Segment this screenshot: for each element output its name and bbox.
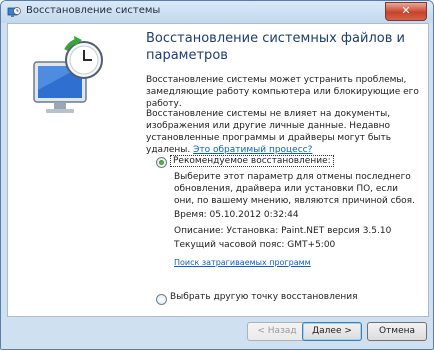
page-heading: Восстановление системных файлов и параме… [146, 31, 405, 63]
affected-programs-row: Поиск затрагиваемых программ [174, 257, 419, 269]
other-restore-point-label[interactable]: Выбрать другую точку восстановления [170, 292, 358, 302]
window-title: Восстановление системы [26, 5, 161, 16]
recommended-description: Выберите этот параметр для отмены послед… [174, 172, 415, 206]
restore-point-time: Время: 05.10.2012 0:32:44 [174, 210, 299, 220]
system-restore-window: Восстановление системы ✕ Восстановление … [0, 0, 434, 350]
wizard-content: Восстановление системных файлов и параме… [7, 23, 429, 317]
intro-paragraph-1: Восстановление системы может устранить п… [146, 75, 419, 109]
other-restore-point-radio[interactable] [156, 294, 167, 305]
back-button[interactable]: < Назад [247, 322, 307, 341]
affected-programs-link[interactable]: Поиск затрагиваемых программ [174, 258, 311, 267]
system-restore-icon [7, 7, 21, 17]
restore-monitor-clock-icon [33, 36, 103, 113]
reversible-process-link[interactable]: Это обратимый процесс? [193, 145, 312, 155]
recommended-restore-label[interactable]: Рекомендуемое восстановление: [170, 155, 334, 167]
title-bar: Восстановление системы ✕ [1, 1, 433, 23]
recommended-restore-radio[interactable] [156, 157, 167, 168]
close-button[interactable]: ✕ [385, 2, 427, 21]
close-icon: ✕ [401, 4, 411, 17]
intro-paragraph-2: Восстановление системы не влияет на доку… [146, 108, 426, 156]
next-button[interactable]: Далее > [302, 322, 362, 341]
current-timezone: Текущий часовой пояс: GMT+5:00 [174, 240, 336, 250]
restore-point-description: Описание: Установка: Paint.NET версия 3.… [174, 226, 392, 236]
cancel-button[interactable]: Отмена [367, 322, 427, 341]
